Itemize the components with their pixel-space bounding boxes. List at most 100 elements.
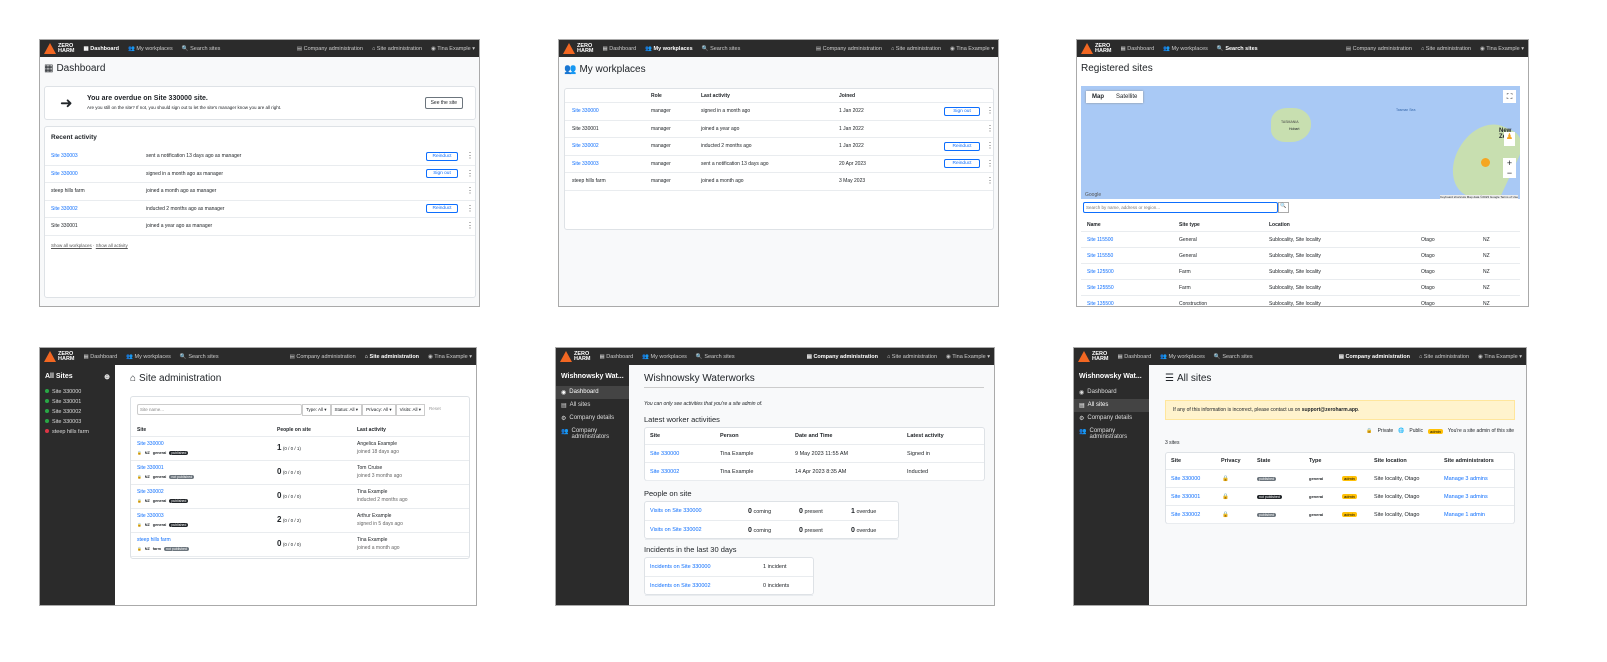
nav-dashboard[interactable]: ▦ Dashboard bbox=[84, 46, 119, 52]
nav-workplaces[interactable]: 👥 My workplaces bbox=[126, 354, 171, 360]
nav-search[interactable]: 🔍 Search sites bbox=[696, 354, 735, 360]
logo[interactable]: ZERO HARM bbox=[563, 43, 594, 54]
sidebar-menu-item[interactable]: ◉ Dashboard bbox=[1074, 386, 1149, 399]
see-site-button[interactable]: See the site bbox=[424, 97, 463, 109]
nav-user-menu[interactable]: ◉ Tina Example ▾ bbox=[946, 354, 990, 360]
more-options-icon[interactable]: ⋮ bbox=[986, 124, 994, 132]
nav-search[interactable]: 🔍 Search sites bbox=[702, 46, 741, 52]
nav-user-menu[interactable]: ◉ Tina Example ▾ bbox=[428, 354, 472, 360]
show-all-activity-link[interactable]: Show all activity bbox=[96, 243, 128, 248]
more-options-icon[interactable]: ⋮ bbox=[466, 222, 474, 230]
more-options-icon[interactable]: ⋮ bbox=[466, 169, 474, 177]
site-link[interactable]: Site 330002 bbox=[137, 489, 164, 495]
activity-action-button[interactable]: Sign out bbox=[426, 169, 458, 179]
sidebar-site-item[interactable]: Site 330003 bbox=[40, 417, 115, 427]
manage-admins-link[interactable]: Manage 1 admin bbox=[1444, 512, 1485, 518]
nav-workplaces[interactable]: 👥 My workplaces bbox=[642, 354, 687, 360]
nav-company-admin[interactable]: ▤ Company administration bbox=[1339, 354, 1410, 360]
cluster-marker[interactable] bbox=[1481, 158, 1490, 167]
site-link[interactable]: Site 330000 bbox=[137, 441, 164, 447]
nav-search[interactable]: 🔍 Search sites bbox=[1214, 354, 1253, 360]
workplace-site[interactable]: Site 330002 bbox=[572, 143, 599, 149]
site-name-link[interactable]: Site 115550 bbox=[1087, 253, 1113, 259]
sidebar-site-item[interactable]: Site 330002 bbox=[40, 407, 115, 417]
sidebar-menu-item[interactable]: 👥 Company administrators bbox=[1074, 425, 1149, 443]
nav-user-menu[interactable]: ◉ Tina Example ▾ bbox=[1480, 46, 1524, 52]
activity-action-button[interactable]: Reinduct bbox=[426, 151, 458, 161]
nav-site-admin[interactable]: ⌂ Site administration bbox=[887, 354, 937, 360]
nav-workplaces[interactable]: 👥 My workplaces bbox=[128, 46, 173, 52]
nav-company-admin[interactable]: ▤ Company administration bbox=[1346, 46, 1412, 52]
nav-dashboard[interactable]: ▦ Dashboard bbox=[603, 46, 637, 52]
activity-site[interactable]: Site 330000 bbox=[51, 171, 78, 177]
nav-company-admin[interactable]: ▤ Company administration bbox=[297, 46, 363, 52]
site-name-link[interactable]: Site 135500 bbox=[1087, 301, 1114, 307]
visits-link[interactable]: Visits on Site 330002 bbox=[650, 527, 702, 533]
site-name-link[interactable]: Site 125550 bbox=[1087, 285, 1114, 291]
workplace-action-button[interactable]: Reinduct bbox=[944, 159, 980, 169]
visits-link[interactable]: Visits on Site 330000 bbox=[650, 508, 702, 514]
logo[interactable]: ZERO HARM bbox=[44, 43, 75, 54]
nav-company-admin[interactable]: ▤ Company administration bbox=[290, 354, 356, 360]
sidebar-menu-item[interactable]: ◉ Dashboard bbox=[556, 386, 629, 399]
more-options-icon[interactable]: ⋮ bbox=[986, 177, 994, 185]
reset-button[interactable]: Reset bbox=[425, 404, 445, 416]
visits-filter[interactable]: Visits: All ▾ bbox=[395, 404, 426, 416]
more-options-icon[interactable]: ⋮ bbox=[466, 204, 474, 212]
nav-user-menu[interactable]: ◉ Tina Example ▾ bbox=[431, 46, 475, 52]
zoom-in-button[interactable]: + bbox=[1503, 158, 1516, 168]
site-link[interactable]: Site 330000 bbox=[1171, 476, 1200, 482]
nav-search[interactable]: 🔍 Search sites bbox=[180, 354, 219, 360]
more-options-icon[interactable]: ⋮ bbox=[986, 142, 994, 150]
site-link[interactable]: steep hills farm bbox=[137, 537, 171, 543]
nav-user-menu[interactable]: ◉ Tina Example ▾ bbox=[950, 46, 994, 52]
nav-site-admin[interactable]: ⌂ Site administration bbox=[1421, 46, 1471, 52]
status-filter[interactable]: Status: All ▾ bbox=[330, 404, 363, 416]
workplace-action-button[interactable]: Sign out bbox=[944, 106, 980, 116]
map[interactable]: TASMANIA Hobart Tasman Sea New Zea Map S… bbox=[1081, 86, 1520, 199]
manage-admins-link[interactable]: Manage 3 admins bbox=[1444, 494, 1488, 500]
site-name-link[interactable]: Site 115500 bbox=[1087, 237, 1113, 243]
workplace-site[interactable]: Site 330003 bbox=[572, 161, 599, 167]
nav-dashboard[interactable]: ▦ Dashboard bbox=[1121, 46, 1155, 52]
search-icon[interactable]: 🔍 bbox=[1278, 202, 1289, 213]
activity-site[interactable]: Site 330000 bbox=[650, 451, 679, 457]
zoom-out-button[interactable]: − bbox=[1503, 168, 1516, 178]
sidebar-menu-item[interactable]: ▤ All sites bbox=[556, 399, 629, 412]
nav-user-menu[interactable]: ◉ Tina Example ▾ bbox=[1478, 354, 1522, 360]
more-options-icon[interactable]: ⋮ bbox=[986, 159, 994, 167]
site-name-input[interactable]: Site name... bbox=[137, 404, 302, 415]
sidebar-site-item[interactable]: Site 330000 bbox=[40, 387, 115, 397]
site-link[interactable]: Site 330002 bbox=[1171, 512, 1200, 518]
nav-site-admin[interactable]: ⌂ Site administration bbox=[891, 46, 941, 52]
nav-workplaces[interactable]: 👥 My workplaces bbox=[1163, 46, 1208, 52]
logo[interactable]: ZERO HARM bbox=[560, 351, 591, 362]
sidebar-site-item[interactable]: steep hills farm bbox=[40, 427, 115, 437]
nav-search[interactable]: 🔍 Search sites bbox=[182, 46, 221, 52]
sidebar-site-item[interactable]: Site 330001 bbox=[40, 397, 115, 407]
activity-site[interactable]: Site 330002 bbox=[51, 206, 78, 212]
nav-dashboard[interactable]: ▦ Dashboard bbox=[1118, 354, 1152, 360]
nav-workplaces[interactable]: 👥 My workplaces bbox=[645, 46, 693, 52]
more-options-icon[interactable]: ⋮ bbox=[466, 187, 474, 195]
workplace-action-button[interactable]: Reinduct bbox=[944, 141, 980, 151]
site-link[interactable]: Site 330003 bbox=[137, 513, 164, 519]
nav-company-admin[interactable]: ▤ Company administration bbox=[816, 46, 882, 52]
type-filter[interactable]: Type: All ▾ bbox=[302, 404, 331, 416]
map-tab[interactable]: Map bbox=[1086, 91, 1110, 103]
nav-company-admin[interactable]: ▤ Company administration bbox=[807, 354, 878, 360]
support-email[interactable]: support@zeroharm.app bbox=[1302, 407, 1358, 413]
sidebar-menu-item[interactable]: 👥 Company administrators bbox=[556, 425, 629, 443]
satellite-tab[interactable]: Satellite bbox=[1110, 91, 1143, 103]
site-link[interactable]: Site 330001 bbox=[1171, 494, 1200, 500]
manage-admins-link[interactable]: Manage 3 admins bbox=[1444, 476, 1488, 482]
incidents-link[interactable]: Incidents on Site 330002 bbox=[650, 583, 711, 589]
nav-site-admin[interactable]: ⌂ Site administration bbox=[372, 46, 422, 52]
site-name-link[interactable]: Site 125500 bbox=[1087, 269, 1114, 275]
logo[interactable]: ZERO HARM bbox=[1078, 351, 1109, 362]
activity-action-button[interactable]: Reinduct bbox=[426, 204, 458, 214]
nav-dashboard[interactable]: ▦ Dashboard bbox=[600, 354, 634, 360]
sidebar-menu-item[interactable]: ⚙ Company details bbox=[1074, 412, 1149, 425]
sidebar-menu-item[interactable]: ⚙ Company details bbox=[556, 412, 629, 425]
nav-search[interactable]: 🔍 Search sites bbox=[1217, 46, 1258, 52]
